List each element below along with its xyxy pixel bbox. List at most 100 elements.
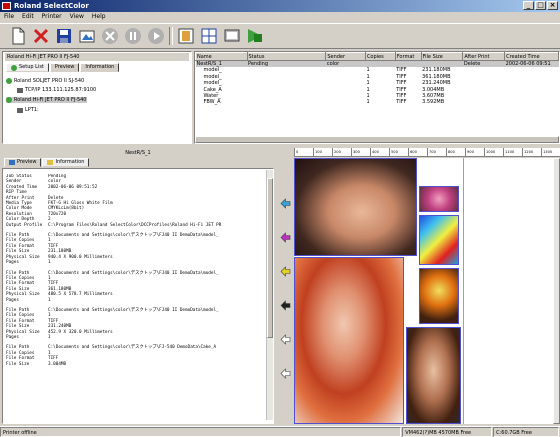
grid-button[interactable] bbox=[199, 26, 219, 46]
pause-icon bbox=[125, 28, 141, 44]
cancel-job-button[interactable] bbox=[100, 26, 120, 46]
ruler-tick-label: 1200 bbox=[522, 148, 541, 156]
save-button[interactable] bbox=[54, 26, 74, 46]
queue-icon bbox=[178, 28, 194, 44]
layout-image-cake[interactable] bbox=[419, 186, 459, 212]
layout-image-model-3[interactable] bbox=[406, 327, 461, 424]
info-value: C:\Documents and Settings\color\デスクトップ\F… bbox=[48, 345, 217, 351]
toolbar-separator bbox=[169, 27, 173, 45]
tab-setup-list[interactable]: Setup List bbox=[6, 63, 49, 72]
info-key: Pages bbox=[6, 260, 19, 266]
layout-image-model-1[interactable] bbox=[294, 158, 417, 256]
printer-online-icon bbox=[6, 97, 12, 103]
status-memory: VM462(?)MB 4570MB Free bbox=[402, 427, 493, 437]
table-row[interactable]: NestR/S_1 Pending color Delete 2002-06-06 09… bbox=[195, 60, 559, 68]
nesting-canvas[interactable] bbox=[294, 158, 560, 424]
port-item-tcpip[interactable]: TCP/IP 133.111.125.87:9100 bbox=[17, 87, 96, 93]
info-value: 1 bbox=[48, 297, 51, 303]
info-value: C:\Documents and Settings\color\デスクトップ\F… bbox=[48, 307, 219, 313]
col-created-time[interactable]: Created Time bbox=[504, 52, 559, 61]
info-key: Pages bbox=[6, 334, 19, 340]
job-list-hscroll[interactable] bbox=[195, 136, 559, 143]
file-info-row: File Size 3.004MB bbox=[6, 362, 268, 367]
info-value: 480.5 X 578.7 Millimeters bbox=[48, 292, 113, 298]
minimize-button[interactable]: _ bbox=[523, 1, 534, 10]
tab-details-preview[interactable]: Preview bbox=[4, 158, 42, 167]
col-file-size[interactable]: File Size bbox=[420, 52, 464, 61]
printer-item-sj540[interactable]: Roland SOLJET PRO II SJ-540 bbox=[6, 78, 84, 84]
preview-icon bbox=[224, 29, 240, 42]
window-title: Roland SelectColor bbox=[14, 2, 89, 10]
layout-image-model-2[interactable] bbox=[294, 257, 404, 424]
status-bar: Printer offline VM462(?)MB 4570MB Free C… bbox=[0, 426, 560, 437]
port-icon bbox=[17, 87, 23, 93]
col-after-print[interactable]: After Print bbox=[462, 52, 506, 61]
preview-button[interactable] bbox=[222, 26, 242, 46]
menu-help[interactable]: Help bbox=[92, 12, 106, 22]
layout-icon bbox=[79, 30, 95, 43]
left-arrow-icon[interactable] bbox=[280, 198, 291, 209]
scroll-thumb[interactable] bbox=[267, 178, 273, 338]
col-name[interactable]: Name bbox=[195, 52, 248, 61]
info-value: 2002-06-06 09:51:52 bbox=[48, 184, 98, 190]
ruler-tick-label: 0 bbox=[294, 148, 313, 156]
ruler-tick-label: 1000 bbox=[484, 148, 503, 156]
layout-arrow-column bbox=[278, 160, 292, 420]
delete-button[interactable] bbox=[31, 26, 51, 46]
pause-button[interactable] bbox=[123, 26, 143, 46]
tab-information[interactable]: Information bbox=[80, 63, 120, 72]
printer-panel: Roland Hi-Fi JET PRO II FJ-540 Setup Lis… bbox=[2, 51, 192, 144]
status-disk: C:60.7GB Free bbox=[493, 427, 559, 437]
printer-item-fj540[interactable]: Roland Hi-Fi JET PRO II FJ-540 bbox=[6, 97, 87, 103]
menu-view[interactable]: View bbox=[70, 12, 84, 22]
grid-icon bbox=[201, 28, 217, 44]
menu-file[interactable]: File bbox=[4, 12, 14, 22]
menu-bar: File Edit Printer View Help bbox=[0, 12, 560, 22]
monitor-icon bbox=[248, 29, 262, 43]
title-bar: Roland SelectColor _ □ × bbox=[0, 0, 560, 12]
ruler-tick-label: 800 bbox=[446, 148, 465, 156]
col-sender[interactable]: Sender bbox=[325, 52, 366, 61]
close-button[interactable]: × bbox=[547, 1, 558, 10]
col-status[interactable]: Status bbox=[246, 52, 327, 61]
menu-printer[interactable]: Printer bbox=[42, 12, 62, 22]
ruler-tick-label: 1100 bbox=[503, 148, 522, 156]
ruler-tick-label: 1300 bbox=[541, 148, 560, 156]
left-arrow-icon[interactable] bbox=[280, 334, 291, 345]
printer-panel-title: Roland Hi-Fi JET PRO II FJ-540 bbox=[5, 53, 189, 61]
ruler-tick-label: 300 bbox=[351, 148, 370, 156]
info-key: Pages bbox=[6, 297, 19, 303]
info-value: 3.004MB bbox=[48, 361, 67, 367]
tab-details-information[interactable]: Information bbox=[42, 158, 90, 167]
left-arrow-icon[interactable] bbox=[280, 368, 291, 379]
toolbar bbox=[0, 23, 560, 49]
col-copies[interactable]: Copies bbox=[364, 52, 396, 61]
layout-image-water[interactable] bbox=[419, 215, 459, 265]
ruler-tick-label: 500 bbox=[389, 148, 408, 156]
details-title: NestR/S_1 bbox=[125, 150, 151, 156]
col-format[interactable]: Format bbox=[394, 52, 422, 61]
info-value: 452.9 X 320.0 Millimeters bbox=[48, 329, 113, 335]
information-vscroll[interactable] bbox=[266, 170, 273, 420]
canvas-vscroll[interactable] bbox=[553, 158, 560, 424]
maximize-button[interactable]: □ bbox=[535, 1, 546, 10]
printer-online-icon bbox=[6, 78, 12, 84]
layout-button[interactable] bbox=[77, 26, 97, 46]
ruler-tick-label: 600 bbox=[408, 148, 427, 156]
left-arrow-icon[interactable] bbox=[280, 232, 291, 243]
ruler-tick-label: 400 bbox=[370, 148, 389, 156]
cancel-icon bbox=[102, 28, 118, 44]
tab-preview[interactable]: Preview bbox=[49, 63, 80, 72]
table-row[interactable]: FBW_A 1 TIFF 3.592MB bbox=[196, 99, 559, 105]
left-arrow-icon[interactable] bbox=[280, 266, 291, 277]
port-item-lpt1[interactable]: LPT1: bbox=[17, 107, 39, 113]
left-arrow-icon[interactable] bbox=[280, 300, 291, 311]
play-button[interactable] bbox=[146, 26, 166, 46]
queue-button[interactable] bbox=[176, 26, 196, 46]
layout-image-fbw[interactable] bbox=[419, 268, 459, 324]
monitor-button[interactable] bbox=[245, 26, 265, 46]
info-value: C:\Program Files\Roland SelectColor\DCCP… bbox=[48, 222, 222, 228]
canvas-margin-line bbox=[463, 158, 464, 424]
new-doc-button[interactable] bbox=[8, 26, 28, 46]
menu-edit[interactable]: Edit bbox=[22, 12, 34, 22]
